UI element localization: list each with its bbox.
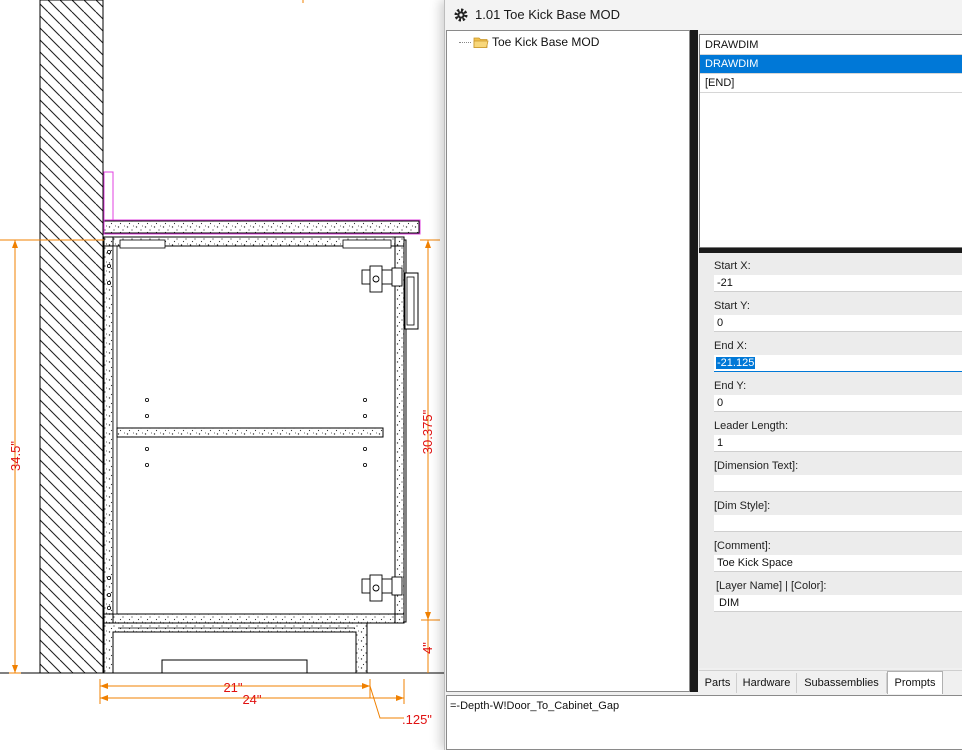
prop-label-dim-style: [Dim Style]: [714,500,771,512]
dim-gap: .125" [402,712,432,727]
prop-label-layer-color: [Layer Name] | [Color]: [716,580,827,592]
drawing-canvas[interactable]: 34.5" 30.375" 4" 21" 24" .125" [0,0,445,750]
list-item[interactable]: DRAWDIM [700,36,962,55]
leader-length-field[interactable]: 1 [714,435,962,452]
end-x-field[interactable]: -21.125 [714,355,962,372]
prop-label-end-x: End X: [714,340,748,352]
tree-connector [459,42,471,43]
cabinet-back [112,245,118,615]
dim-width-overall: 24" [242,692,261,707]
panel-splitter[interactable] [690,30,698,692]
cabinet-drawing: 34.5" 30.375" 4" 21" 24" .125" [0,0,445,727]
wall-section [39,0,104,674]
properties-panel: Start X: -21 Start Y: 0 End X: -21.125 E… [699,253,962,668]
formula-text: =-Depth-W!Door_To_Cabinet_Gap [450,700,620,712]
backsplash-outline [103,171,114,221]
dim-box-height: 30.375" [420,409,435,454]
layer-color-field[interactable]: DIM [714,595,962,612]
dim-style-field[interactable] [714,515,962,532]
dim-toe-kick-height: 4" [420,642,435,654]
macro-editor-window: 1.01 Toe Kick Base MOD Toe Kick Base MOD… [444,0,962,750]
tab-prompts[interactable]: Prompts [887,671,943,694]
end-y-field[interactable]: 0 [714,395,962,412]
cabinet-right-side [394,236,405,624]
drawer-pull [161,659,308,674]
tab-hardware[interactable]: Hardware [737,673,797,693]
tab-bar: Parts Hardware Subassemblies Prompts [699,670,962,694]
start-y-field[interactable]: 0 [714,315,962,332]
comment-field[interactable]: Toe Kick Space [714,555,962,572]
tab-subassemblies[interactable]: Subassemblies [797,673,887,693]
dimension-text-field[interactable] [714,475,962,492]
cabinet-left-side [103,236,114,624]
window-title: 1.01 Toe Kick Base MOD [475,7,620,22]
dim-width-inner: 21" [223,680,242,695]
command-list[interactable]: DRAWDIM DRAWDIM [END] [699,34,962,248]
start-x-field[interactable]: -21 [714,275,962,292]
prop-label-start-x: Start X: [714,260,751,272]
window-title-bar[interactable]: 1.01 Toe Kick Base MOD [445,0,962,30]
gear-icon [454,8,468,22]
tab-parts[interactable]: Parts [699,673,737,693]
prop-label-leader-length: Leader Length: [714,420,789,432]
folder-icon [473,37,489,48]
adjustable-shelf [116,427,384,438]
list-item[interactable]: [END] [700,74,962,93]
formula-field[interactable]: =-Depth-W!Door_To_Cabinet_Gap [446,695,962,750]
tree-item-root[interactable]: Toe Kick Base MOD [492,35,599,49]
dim-overall-height: 34.5" [8,441,23,471]
tree-panel[interactable]: Toe Kick Base MOD [446,30,690,692]
cabinet-bottom-panel [103,613,405,624]
prop-label-start-y: Start Y: [714,300,750,312]
prop-label-comment: [Comment]: [714,540,771,552]
prop-label-end-y: End Y: [714,380,747,392]
prop-label-dimension-text: [Dimension Text]: [714,460,799,472]
list-item-selected[interactable]: DRAWDIM [700,55,962,74]
countertop [103,220,420,234]
